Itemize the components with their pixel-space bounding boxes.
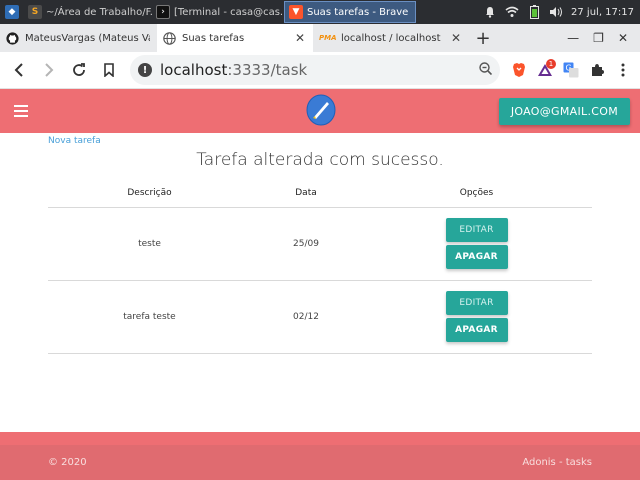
task-date: 25/09 [251,207,361,281]
github-icon [6,31,19,45]
taskbar-item-editor[interactable]: S ~/Área de Trabalho/F... [24,1,152,23]
terminal-icon: › [156,5,170,19]
browser-toolbar: ! localhost:3333/task 1 G [0,52,640,89]
user-email-button[interactable]: JOAO@GMAIL.COM [498,98,630,125]
globe-icon [163,31,176,45]
table-header-row: Descrição Data Opções [48,180,592,208]
tab-github[interactable]: MateusVargas (Mateus Varg [0,24,156,52]
mouse-logo-icon: ◆ [5,5,19,19]
tab-title: localhost / localhost / adon [341,32,443,44]
tab-suas-tarefas[interactable]: Suas tarefas ✕ [157,24,313,52]
tasks-table: Descrição Data Opções teste 25/09 EDITAR… [48,180,592,354]
brave-lion-icon: ▼ [289,5,303,19]
app-menu-button[interactable]: ◆ [0,0,24,24]
battery-icon[interactable] [527,5,541,19]
table-row: tarefa teste 02/12 EDITAR APAGAR [48,280,592,354]
new-tab-button[interactable]: + [469,24,497,52]
column-header-description: Descrição [48,180,251,208]
minimize-icon[interactable]: — [567,31,579,45]
zoom-out-icon[interactable] [479,61,493,79]
reload-button[interactable] [66,57,92,83]
brave-rewards-icon[interactable]: 1 [534,59,556,81]
app-navbar: JOAO@GMAIL.COM [0,89,640,133]
taskbar-item-terminal[interactable]: › [Terminal - casa@cas... [152,1,284,23]
task-date: 02/12 [251,280,361,354]
task-description: teste [48,207,251,281]
brave-shields-icon[interactable] [508,59,530,81]
site-info-icon[interactable]: ! [138,63,152,77]
app-logo-icon[interactable] [306,94,336,126]
taskbar-item-label: Suas tarefas - Brave [307,6,409,18]
notification-bell-icon[interactable] [483,5,497,19]
back-arrow-icon [14,63,23,77]
taskbar-item-label: [Terminal - casa@cas... [174,6,284,18]
extensions-puzzle-icon[interactable] [586,59,608,81]
tab-title: Suas tarefas [182,32,245,44]
system-tray: 27 jul, 17:17 [483,5,640,19]
footer-copyright-bar: © 2020 Adonis - tasks [0,445,640,480]
task-options: EDITAR APAGAR [361,207,592,281]
back-button[interactable] [6,57,32,83]
delete-button[interactable]: APAGAR [445,245,508,269]
flash-message: Tarefa alterada com sucesso. [196,150,444,170]
browser-menu-icon[interactable] [612,59,634,81]
forward-arrow-icon [45,63,54,77]
sublime-text-icon: S [28,5,42,19]
browser-tab-strip: MateusVargas (Mateus Varg Suas tarefas ✕… [0,24,640,52]
tab-title: MateusVargas (Mateus Varg [25,32,150,44]
task-description: tarefa teste [48,280,251,354]
url-path: :3333/task [227,61,308,79]
translate-icon[interactable]: G [560,59,582,81]
url-host: localhost [160,61,228,79]
taskbar-item-browser[interactable]: ▼ Suas tarefas - Brave [284,1,416,23]
web-page: JOAO@GMAIL.COM Nova tarefa Tarefa altera… [0,89,640,480]
task-options: EDITAR APAGAR [361,280,592,354]
taskbar-item-label: ~/Área de Trabalho/F... [46,6,152,18]
table-row: teste 25/09 EDITAR APAGAR [48,207,592,281]
address-bar[interactable]: ! localhost:3333/task [130,55,500,85]
edit-button[interactable]: EDITAR [445,291,508,315]
reload-icon [73,63,85,76]
footer-copyright: © 2020 [48,457,87,468]
close-window-icon[interactable]: ✕ [618,31,628,45]
phpmyadmin-icon: PMA [319,34,337,42]
os-taskbar: ◆ S ~/Área de Trabalho/F... › [Terminal … [0,0,640,24]
column-header-date: Data [251,180,361,208]
rewards-badge: 1 [546,59,556,69]
bookmark-icon [104,63,114,77]
close-tab-icon[interactable]: ✕ [449,31,463,45]
window-controls: — ❐ ✕ [567,24,640,52]
new-task-link[interactable]: Nova tarefa [48,136,101,146]
tab-phpmyadmin[interactable]: PMA localhost / localhost / adon ✕ [313,24,469,52]
footer-app-name: Adonis - tasks [522,457,592,468]
delete-button[interactable]: APAGAR [445,318,508,342]
close-tab-icon[interactable]: ✕ [293,31,307,45]
edit-button[interactable]: EDITAR [445,218,508,242]
page-footer: © 2020 Adonis - tasks [0,432,640,480]
url-text[interactable]: localhost:3333/task [160,61,471,79]
clock[interactable]: 27 jul, 17:17 [571,7,634,18]
wifi-icon[interactable] [505,5,519,19]
hamburger-menu-icon[interactable] [14,105,28,117]
volume-icon[interactable] [549,5,563,19]
column-header-options: Opções [361,180,592,208]
forward-button[interactable] [36,57,62,83]
restore-icon[interactable]: ❐ [593,31,604,45]
bookmark-button[interactable] [96,57,122,83]
